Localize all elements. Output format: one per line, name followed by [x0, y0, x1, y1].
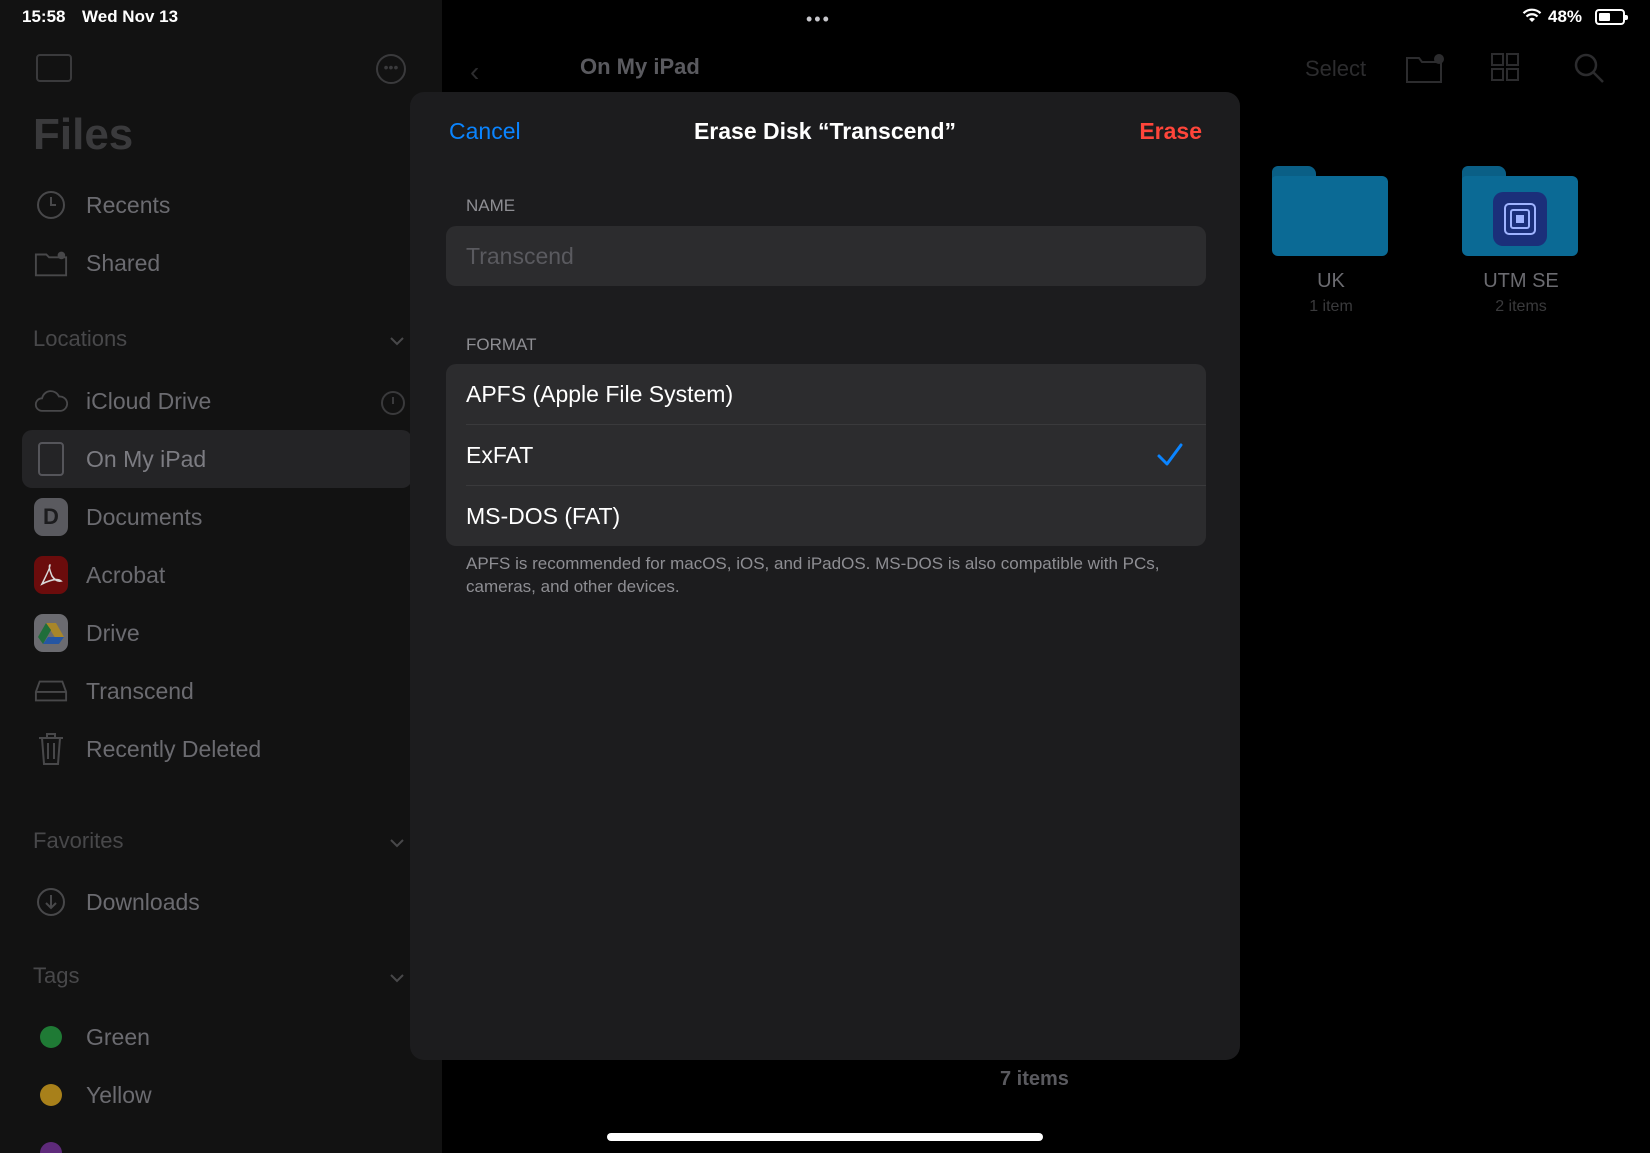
app-title: Files — [33, 110, 134, 159]
yellow-tag-dot-icon — [40, 1084, 62, 1106]
sidebar-tag-green[interactable]: Green — [22, 1008, 412, 1066]
acrobat-app-icon — [34, 556, 68, 594]
folder-icon — [1272, 166, 1388, 256]
search-icon[interactable] — [1573, 52, 1605, 84]
format-option-label: APFS (Apple File System) — [466, 381, 734, 407]
name-field[interactable] — [446, 226, 1206, 286]
sidebar-item-downloads[interactable]: Downloads — [22, 873, 412, 931]
sidebar-tag-partial[interactable] — [22, 1124, 412, 1153]
sidebar-item-label: Recents — [86, 192, 171, 218]
sidebar-item-label: Documents — [86, 504, 203, 530]
status-time: 15:58 — [22, 7, 66, 26]
sidebar-item-label: Green — [86, 1024, 150, 1050]
home-indicator[interactable] — [607, 1133, 1043, 1141]
sidebar-item-label: On My iPad — [86, 446, 207, 472]
chevron-down-icon[interactable] — [390, 836, 404, 850]
locations-header[interactable]: Locations — [33, 326, 127, 352]
chevron-down-icon[interactable] — [390, 971, 404, 985]
sidebar-item-label: Recently Deleted — [86, 736, 262, 762]
sidebar-item-icloud-drive[interactable]: iCloud Drive — [22, 372, 412, 430]
tags-header[interactable]: Tags — [33, 963, 79, 989]
sidebar-toggle-icon[interactable] — [36, 54, 72, 82]
download-icon — [34, 885, 68, 919]
format-option-msdos[interactable]: MS-DOS (FAT) — [446, 486, 1206, 546]
battery-percent: 48% — [1548, 7, 1583, 26]
name-section-label: NAME — [466, 196, 516, 215]
folder-item-count: 2 items — [1495, 298, 1547, 315]
erase-button[interactable]: Erase — [1139, 118, 1202, 145]
trash-icon — [34, 732, 68, 766]
format-list: APFS (Apple File System) ExFAT MS-DOS (F… — [446, 364, 1206, 546]
sidebar-item-shared[interactable]: Shared — [22, 234, 412, 292]
sidebar-tag-yellow[interactable]: Yellow — [22, 1066, 412, 1124]
folder-utm-se[interactable]: UTM SE 2 items — [1462, 166, 1580, 315]
favorites-header[interactable]: Favorites — [33, 828, 123, 854]
status-date: Wed Nov 13 — [82, 7, 179, 26]
documents-app-icon: D — [34, 498, 68, 536]
multitasking-dots-icon[interactable]: ••• — [806, 9, 831, 30]
folder-item-count: 1 item — [1309, 298, 1353, 315]
format-option-exfat[interactable]: ExFAT — [446, 425, 1206, 486]
format-option-apfs[interactable]: APFS (Apple File System) — [446, 364, 1206, 425]
sidebar-item-documents[interactable]: D Documents — [22, 488, 412, 546]
sidebar-item-transcend[interactable]: Transcend — [22, 662, 412, 720]
sidebar: ••• Files Recents Shared Locations iClou… — [0, 0, 442, 1153]
google-drive-icon — [34, 614, 68, 652]
sidebar-item-label: Shared — [86, 250, 161, 276]
erase-disk-dialog: Cancel Erase Disk “Transcend” Erase NAME… — [410, 92, 1240, 1060]
dialog-title: Erase Disk “Transcend” — [693, 118, 957, 144]
disk-name-input[interactable] — [466, 226, 1186, 286]
select-button[interactable]: Select — [1305, 56, 1366, 82]
green-tag-dot-icon — [40, 1026, 62, 1048]
folder-uk[interactable]: UK 1 item — [1272, 166, 1390, 315]
folder-icon — [1462, 166, 1578, 256]
wifi-icon — [1522, 8, 1542, 22]
sidebar-item-drive[interactable]: Drive — [22, 604, 412, 662]
battery-icon — [1595, 9, 1628, 25]
cloud-icon — [34, 384, 68, 418]
sidebar-item-label: Yellow — [86, 1082, 152, 1108]
sidebar-item-on-my-ipad[interactable]: On My iPad — [22, 430, 412, 488]
format-option-label: ExFAT — [466, 442, 534, 468]
clock-icon — [34, 188, 68, 222]
sidebar-item-label: Transcend — [86, 678, 194, 704]
shared-folder-icon — [34, 246, 68, 280]
sidebar-item-recents[interactable]: Recents — [22, 176, 412, 234]
ipad-icon — [34, 442, 68, 476]
format-section-label: FORMAT — [466, 335, 537, 354]
sidebar-item-label: Acrobat — [86, 562, 166, 588]
sidebar-item-label: Drive — [86, 620, 140, 646]
purple-tag-dot-icon — [40, 1142, 62, 1153]
status-bar: 15:58 Wed Nov 13 ••• 48% — [0, 0, 1650, 34]
grid-view-icon[interactable] — [1490, 52, 1520, 82]
sidebar-item-label: Downloads — [86, 889, 200, 915]
checkmark-icon — [1157, 443, 1183, 466]
sidebar-item-acrobat[interactable]: Acrobat — [22, 546, 412, 604]
page-title: On My iPad — [580, 54, 700, 79]
format-option-label: MS-DOS (FAT) — [466, 503, 621, 529]
new-folder-icon[interactable] — [1405, 52, 1445, 84]
sidebar-item-label: iCloud Drive — [86, 388, 212, 414]
sync-status-icon — [381, 391, 405, 415]
folder-name: UTM SE — [1483, 270, 1559, 292]
format-footnote: APFS is recommended for macOS, iOS, and … — [466, 554, 1160, 596]
more-options-icon[interactable]: ••• — [376, 54, 406, 84]
back-chevron-icon[interactable]: ‹ — [470, 56, 479, 88]
sidebar-item-recently-deleted[interactable]: Recently Deleted — [22, 720, 412, 778]
external-drive-icon — [34, 674, 68, 708]
items-count: 7 items — [1000, 1068, 1069, 1090]
folder-name: UK — [1317, 270, 1345, 292]
utm-app-badge-icon — [1493, 192, 1547, 246]
chevron-down-icon[interactable] — [390, 334, 404, 348]
